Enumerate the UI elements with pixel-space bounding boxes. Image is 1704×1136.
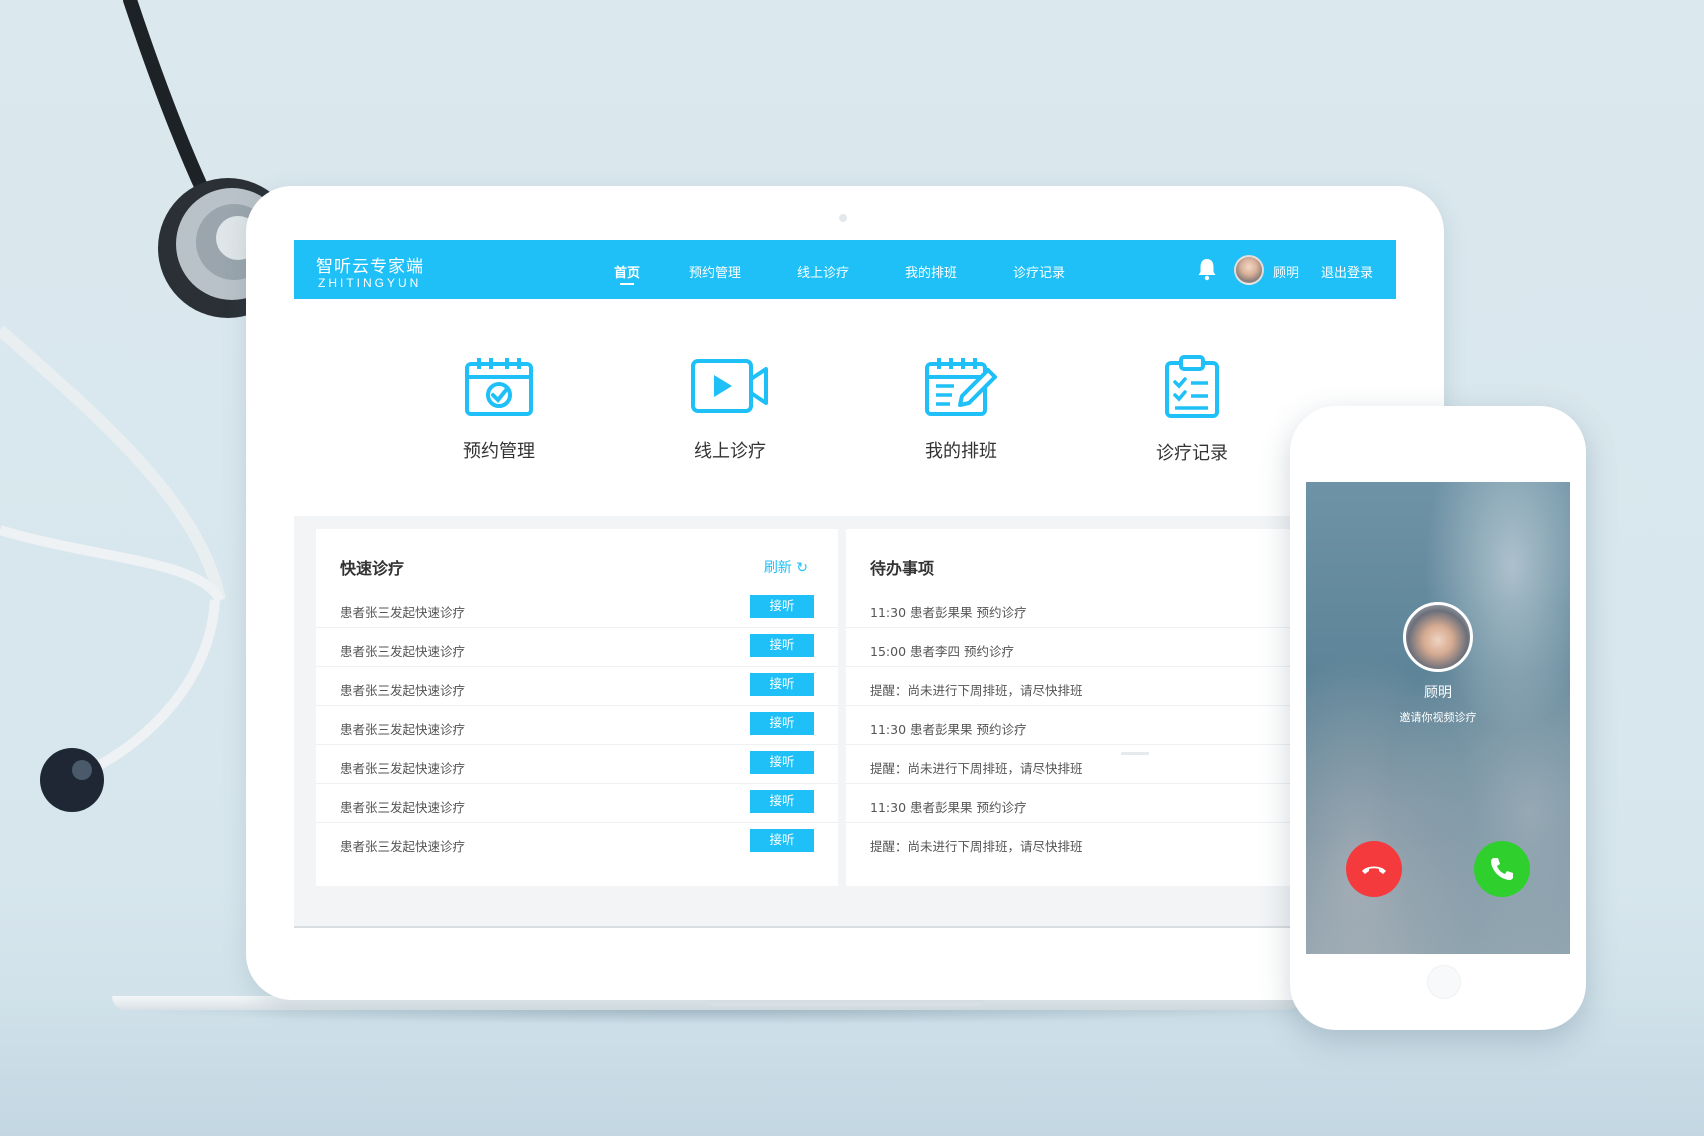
accept-button[interactable]: 接听 xyxy=(750,673,814,696)
fast-consult-row: 患者张三发起快速诊疗 接听 xyxy=(316,589,838,628)
fast-consult-card: 快速诊疗 刷新 ↻ 患者张三发起快速诊疗 接听 患者张三发起快速诊疗 接听 患者… xyxy=(316,529,838,886)
logout-link[interactable]: 退出登录 xyxy=(1321,262,1373,281)
decline-call-button[interactable] xyxy=(1346,841,1402,897)
fast-consult-row: 患者张三发起快速诊疗 接听 xyxy=(316,784,838,823)
clipboard-checklist-icon xyxy=(1165,355,1219,418)
fast-consult-row: 患者张三发起快速诊疗 接听 xyxy=(316,628,838,667)
schedule-edit-icon xyxy=(925,358,997,416)
quick-entry-label: 诊疗记录 xyxy=(1156,443,1228,464)
nav-item-records[interactable]: 诊疗记录 xyxy=(1013,262,1065,281)
fast-consult-title: 快速诊疗 xyxy=(340,559,405,578)
nav-active-indicator xyxy=(620,283,634,285)
user-name[interactable]: 顾明 xyxy=(1273,262,1299,281)
scroll-indicator[interactable] xyxy=(1121,752,1149,755)
fast-consult-row: 患者张三发起快速诊疗 接听 xyxy=(316,745,838,784)
answer-call-button[interactable] xyxy=(1474,841,1530,897)
caller-avatar xyxy=(1403,602,1473,672)
fast-consult-row-text: 患者张三发起快速诊疗 xyxy=(340,839,466,854)
todo-row-text: 11:30 患者彭果果 预约诊疗 xyxy=(870,605,1027,620)
quick-entry-label: 预约管理 xyxy=(463,441,535,462)
accept-button[interactable]: 接听 xyxy=(750,712,814,735)
brand-subtitle: ZHITINGYUN xyxy=(318,276,422,290)
quick-entry-my-schedule[interactable]: 我的排班 xyxy=(891,355,1031,463)
accept-button[interactable]: 接听 xyxy=(750,595,814,618)
quick-entry-label: 我的排班 xyxy=(925,441,997,462)
todo-row-text: 15:00 患者李四 预约诊疗 xyxy=(870,644,1014,659)
accept-button[interactable]: 接听 xyxy=(750,790,814,813)
todo-title: 待办事项 xyxy=(870,559,935,578)
fast-consult-row-text: 患者张三发起快速诊疗 xyxy=(340,605,466,620)
todo-row-text: 提醒：尚未进行下周排班，请尽快排班 xyxy=(870,683,1083,698)
refresh-label: 刷新 xyxy=(763,560,792,576)
laptop-screen: 智听云专家端 ZHITINGYUN 首页 预约管理 线上诊疗 我的排班 诊疗记录… xyxy=(294,240,1396,928)
nav-item-home[interactable]: 首页 xyxy=(614,262,640,281)
top-nav-bar: 智听云专家端 ZHITINGYUN 首页 预约管理 线上诊疗 我的排班 诊疗记录… xyxy=(294,240,1396,299)
phone-home-button[interactable] xyxy=(1427,965,1461,999)
nav-item-online-consult[interactable]: 线上诊疗 xyxy=(797,262,849,281)
todo-row-text: 11:30 患者彭果果 预约诊疗 xyxy=(870,722,1027,737)
fast-consult-row: 患者张三发起快速诊疗 接听 xyxy=(316,667,838,706)
video-camera-icon xyxy=(691,359,768,413)
todo-row-text: 提醒：尚未进行下周排班，请尽快排班 xyxy=(870,761,1083,776)
user-avatar[interactable] xyxy=(1234,255,1264,285)
fast-consult-row-text: 患者张三发起快速诊疗 xyxy=(340,761,466,776)
hang-up-icon xyxy=(1362,866,1386,874)
fast-consult-row: 患者张三发起快速诊疗 接听 xyxy=(316,823,838,862)
fast-consult-row-text: 患者张三发起快速诊疗 xyxy=(340,722,466,737)
nav-item-my-schedule[interactable]: 我的排班 xyxy=(905,262,957,281)
phone-answer-icon xyxy=(1491,858,1513,880)
fast-consult-row-text: 患者张三发起快速诊疗 xyxy=(340,800,466,815)
quick-entry-panel: 预约管理 线上诊疗 我的排班 诊疗记录 xyxy=(294,299,1396,516)
fast-consult-row-text: 患者张三发起快速诊疗 xyxy=(340,683,466,698)
bell-icon[interactable] xyxy=(1196,257,1218,281)
quick-entry-label: 线上诊疗 xyxy=(694,441,766,462)
nav-item-appointments[interactable]: 预约管理 xyxy=(689,262,741,281)
accept-button[interactable]: 接听 xyxy=(750,634,814,657)
calendar-check-icon xyxy=(465,358,533,416)
fast-consult-row-text: 患者张三发起快速诊疗 xyxy=(340,644,466,659)
call-invite-text: 邀请你视频诊疗 xyxy=(1399,711,1477,724)
refresh-button[interactable]: 刷新 ↻ xyxy=(764,557,808,577)
todo-row-text: 11:30 患者彭果果 预约诊疗 xyxy=(870,800,1027,815)
screen-bottom-border xyxy=(294,926,1396,928)
todo-row-text: 提醒：尚未进行下周排班，请尽快排班 xyxy=(870,839,1083,854)
quick-entry-online-consult[interactable]: 线上诊疗 xyxy=(660,355,800,463)
refresh-icon: ↻ xyxy=(796,560,808,576)
laptop-camera xyxy=(839,214,847,222)
accept-button[interactable]: 接听 xyxy=(750,751,814,774)
quick-entry-appointments[interactable]: 预约管理 xyxy=(429,355,569,463)
accept-button[interactable]: 接听 xyxy=(750,829,814,852)
brand-title: 智听云专家端 xyxy=(316,257,424,277)
quick-entry-records[interactable]: 诊疗记录 xyxy=(1122,355,1262,465)
fast-consult-row: 患者张三发起快速诊疗 接听 xyxy=(316,706,838,745)
caller-name: 顾明 xyxy=(1424,685,1452,701)
